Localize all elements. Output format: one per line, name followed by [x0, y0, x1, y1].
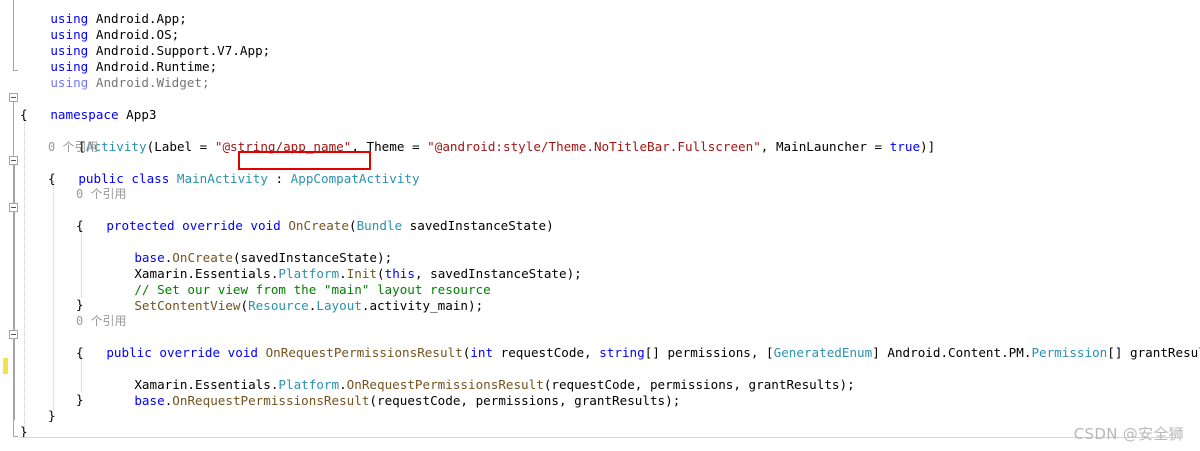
- code-line-brace[interactable]: {: [76, 345, 84, 361]
- fold-tick-namespace: [13, 436, 18, 437]
- codelens-references[interactable]: 0 个引用: [76, 313, 126, 329]
- change-indicator: [3, 358, 8, 374]
- collapse-onrequestpermissions-icon[interactable]: [9, 330, 18, 339]
- code-line-method-oncreate[interactable]: protected override void OnCreate(Bundle …: [76, 202, 553, 233]
- code-line-statement[interactable]: Xamarin.Essentials.Platform.OnRequestPer…: [104, 361, 854, 392]
- codelens-references[interactable]: 0 个引用: [76, 186, 126, 202]
- code-text: .activity_main);: [361, 298, 484, 313]
- collapse-namespace-icon[interactable]: [9, 93, 18, 102]
- code-line-statement[interactable]: base.OnCreate(savedInstanceState);: [104, 234, 392, 265]
- code-text: (: [348, 218, 357, 233]
- code-line-brace[interactable]: }: [48, 408, 56, 424]
- code-line-brace[interactable]: {: [20, 107, 28, 123]
- brace: {: [76, 345, 84, 360]
- keyword: string: [599, 345, 645, 360]
- code-line-using[interactable]: using Android.Support.V7.App;: [20, 27, 270, 58]
- brace: {: [76, 218, 84, 233]
- type-name: Layout: [316, 298, 362, 313]
- keyword: public override void: [106, 345, 258, 360]
- keyword: using: [50, 75, 89, 90]
- code-text: :: [267, 171, 291, 186]
- code-line-brace[interactable]: }: [76, 297, 84, 313]
- code-text: requestCode,: [493, 345, 600, 360]
- reference-count: 0 个引用: [48, 140, 99, 154]
- code-text: , MainLauncher =: [760, 139, 890, 154]
- method-name: SetContentView: [134, 298, 241, 313]
- brace: }: [76, 392, 84, 407]
- method-name: OnRequestPermissionsResult: [258, 345, 463, 360]
- code-editor[interactable]: using Android.App; using Android.OS; usi…: [0, 0, 1200, 451]
- reference-count: 0 个引用: [76, 187, 127, 201]
- code-text: [] permissions, [: [644, 345, 774, 360]
- brace: {: [20, 107, 28, 122]
- code-line-attribute[interactable]: [Activity(Label = "@string/app_name", Th…: [48, 123, 935, 154]
- fold-tick-usings: [13, 70, 18, 71]
- code-line-using[interactable]: using Android.OS;: [20, 11, 179, 42]
- indent-guide: [53, 181, 54, 411]
- highlight-annotation-box: [238, 151, 371, 170]
- code-line-method-onrequestpermissionsresult[interactable]: public override void OnRequestPermission…: [76, 329, 1200, 360]
- code-line-brace[interactable]: {: [48, 171, 56, 187]
- namespace-name: App3: [118, 107, 157, 122]
- editor-end-divider: [20, 437, 1180, 438]
- code-text: (Label =: [146, 139, 215, 154]
- brace: {: [48, 171, 56, 186]
- keyword: base: [134, 393, 165, 408]
- collapse-class-icon[interactable]: [9, 156, 18, 165]
- code-line-using[interactable]: using Android.App;: [20, 0, 187, 26]
- keyword: public class: [78, 171, 170, 186]
- code-line-statement[interactable]: Xamarin.Essentials.Platform.Init(this, s…: [104, 250, 581, 281]
- code-text: ] Android.Content.PM.: [872, 345, 1032, 360]
- string-literal: "@android:style/Theme.NoTitleBar.Fullscr…: [427, 139, 761, 154]
- base-class-name: AppCompatActivity: [290, 171, 420, 186]
- code-line-using-unused[interactable]: using Android.Widget;: [20, 59, 209, 90]
- code-line-namespace[interactable]: namespace App3: [20, 91, 156, 122]
- bracket: )]: [920, 139, 936, 154]
- code-line-brace[interactable]: {: [76, 218, 84, 234]
- code-text: (: [240, 298, 249, 313]
- class-name: MainActivity: [169, 171, 268, 186]
- keyword: int: [470, 345, 494, 360]
- method-name: OnRequestPermissionsResult: [172, 393, 370, 408]
- code-line-comment[interactable]: // Set our view from the "main" layout r…: [104, 266, 490, 297]
- method-name: OnCreate: [280, 218, 349, 233]
- namespace-text: Android.Widget;: [95, 75, 210, 90]
- code-line-statement[interactable]: SetContentView(Resource.Layout.activity_…: [104, 282, 483, 313]
- keyword: namespace: [50, 107, 119, 122]
- type-name: Bundle: [356, 218, 403, 233]
- codelens-references[interactable]: 0 个引用: [48, 139, 98, 155]
- brace: }: [76, 297, 84, 312]
- type-name: Resource: [248, 298, 309, 313]
- code-text: savedInstanceState): [402, 218, 554, 233]
- brace: }: [48, 408, 56, 423]
- reference-count: 0 个引用: [76, 314, 127, 328]
- type-name: Permission: [1031, 345, 1108, 360]
- code-text: [] grantResults): [1107, 345, 1200, 360]
- code-text: (requestCode, permissions, grantResults)…: [369, 393, 681, 408]
- fold-line-usings: [13, 0, 14, 70]
- indent-guide: [24, 118, 25, 428]
- collapse-oncreate-icon[interactable]: [9, 203, 18, 212]
- attribute-name: GeneratedEnum: [773, 345, 873, 360]
- watermark: CSDN @安全狮: [1073, 425, 1184, 443]
- keyword: protected override void: [106, 218, 281, 233]
- code-line-brace[interactable]: }: [76, 392, 84, 408]
- code-line-using[interactable]: using Android.Runtime;: [20, 43, 217, 74]
- keyword: true: [889, 139, 921, 154]
- code-line-statement[interactable]: base.OnRequestPermissionsResult(requestC…: [104, 377, 680, 408]
